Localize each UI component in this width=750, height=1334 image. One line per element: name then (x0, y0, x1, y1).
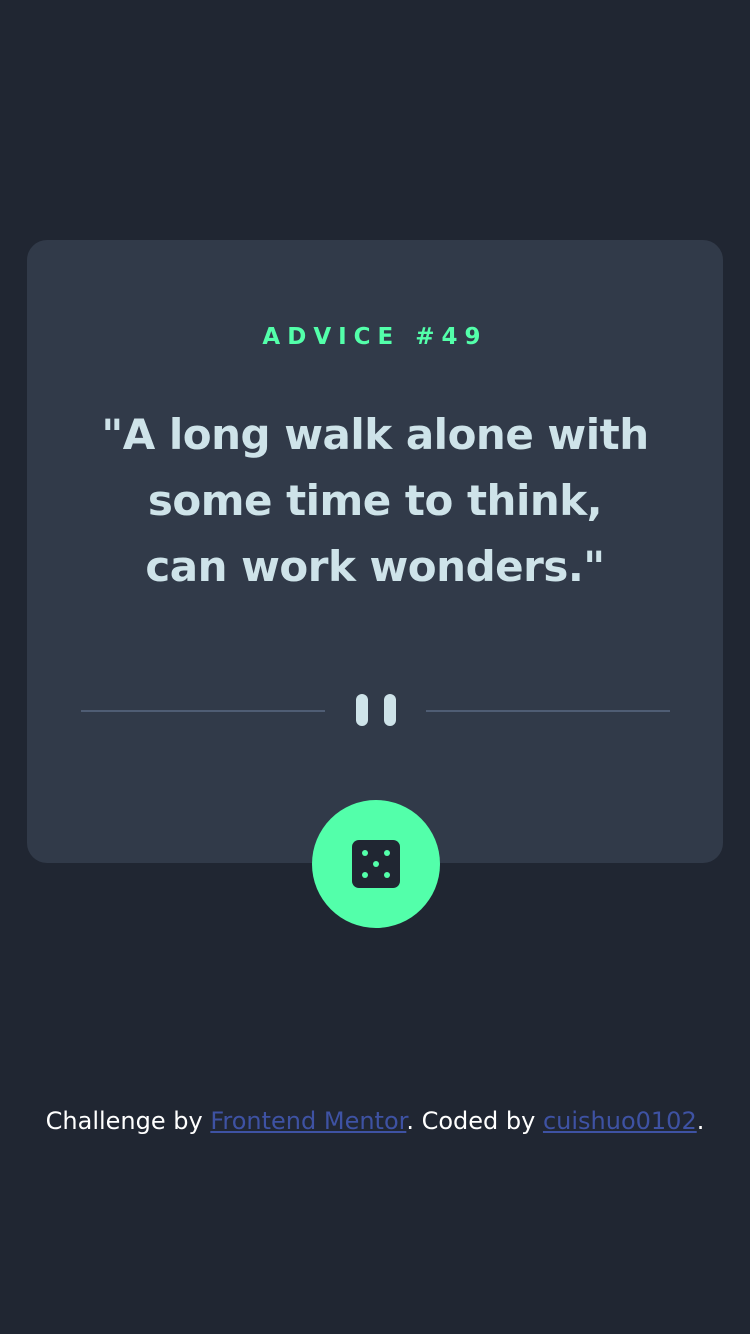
quote-line: "A long walk alone with (101, 410, 649, 459)
attribution-middle: . Coded by (406, 1107, 543, 1135)
dice-icon (352, 840, 400, 888)
frontend-mentor-link[interactable]: Frontend Mentor (210, 1107, 406, 1135)
dice-pip (384, 850, 390, 856)
pause-bar (384, 694, 396, 726)
pause-icon (356, 694, 396, 726)
advice-quote: "A long walk alone with some time to thi… (85, 402, 665, 600)
dice-pip (362, 872, 368, 878)
dice-pip (362, 850, 368, 856)
attribution-suffix: . (696, 1107, 705, 1135)
quote-line: some time to think, (147, 476, 603, 525)
generate-advice-button[interactable] (312, 800, 440, 928)
author-link[interactable]: cuishuo0102 (543, 1107, 697, 1135)
dice-pip (373, 861, 379, 867)
pause-bar (356, 694, 368, 726)
attribution-prefix: Challenge by (45, 1107, 211, 1135)
dice-pip (384, 872, 390, 878)
advice-number-label: ADVICE #49 (262, 324, 488, 350)
divider-line-right (426, 710, 670, 712)
divider-line-left (81, 710, 325, 712)
attribution: Challenge by Frontend Mentor. Coded by c… (0, 1104, 750, 1138)
quote-line: can work wonders." (145, 542, 605, 591)
